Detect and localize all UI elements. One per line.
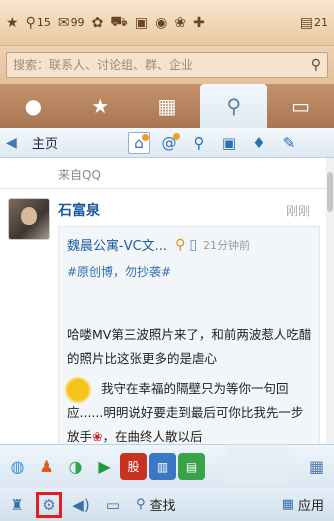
contacts-icon: ●	[24, 94, 43, 118]
repost-line3: ，在曲终人散以后	[102, 429, 203, 444]
sun-emoji-icon	[67, 378, 89, 401]
main-menu-icon[interactable]: ♜	[4, 492, 30, 518]
green-folder-app-icon[interactable]: ▤	[178, 453, 205, 480]
source-label: 来自QQ	[58, 168, 101, 182]
wallet-button[interactable]: ▣	[135, 15, 148, 31]
photo-icon: ▦	[157, 94, 177, 118]
qq-app-icon[interactable]: ◍	[4, 453, 31, 480]
pin-star-button[interactable]: ★	[6, 15, 19, 31]
clover-icon: ✿	[91, 14, 104, 31]
apps-label: 应用	[297, 499, 324, 514]
home-label: 主页	[32, 137, 59, 152]
pin-icon[interactable]: ♦	[248, 132, 270, 154]
penguin-app-icon[interactable]: ♟	[33, 453, 60, 480]
search-box: ⚲	[6, 52, 328, 78]
file-manager-icon[interactable]: ▭	[100, 492, 126, 518]
tab-weibo[interactable]: ⚲	[200, 84, 268, 128]
mail-button[interactable]: ✉ 99	[58, 15, 85, 31]
repost-card: 魏晨公寓-VC文... ⚲ ▯ 21分钟前 #原创博，勿抄袭# 哈喽MV第三波照…	[58, 226, 320, 444]
find-icon: ⚲	[136, 497, 146, 512]
search-input[interactable]	[13, 58, 311, 72]
bottom-toolbar: ♜ ⚙ ◀) ▭ ⚲ 查找 ▦ 应用	[0, 488, 334, 521]
add-icon: ✚	[193, 14, 205, 31]
repost-line1: 哈喽MV第三波照片来了，和前两波惹人吃醋的照片比这张更多的是虐心	[67, 327, 312, 366]
repost-time: 21分钟前	[203, 238, 251, 252]
weibo-toolbar: ◀ 主页 ⌂ @ ⚲ ▣ ♦ ✎	[0, 128, 334, 158]
weibo-badge-icon: ⚲	[175, 236, 186, 253]
status-bar: ★ ⚲ 15 ✉ 99 ✿ ⛟ ▣ ◉ ❀ ✚ ▤ 21	[0, 0, 334, 46]
rose-emoji-icon: ❀	[92, 429, 103, 444]
find-button[interactable]: ⚲ 查找	[136, 495, 176, 514]
weibo-icon: ⚲	[226, 94, 242, 118]
shop-cart-icon: ⛟	[110, 13, 128, 30]
qzone-button[interactable]: ⚲ 15	[26, 15, 51, 31]
repost-body: 哈喽MV第三波照片来了，和前两波惹人吃醋的照片比这张更多的是虐心 我守在幸福的隔…	[67, 323, 315, 444]
mail-count: 99	[70, 16, 85, 29]
search-bar: ⚲	[0, 46, 334, 84]
chat-bubble-icon: ▭	[291, 94, 311, 118]
star-icon: ★	[91, 94, 110, 118]
pet-button[interactable]: ❀	[174, 15, 186, 31]
mail-icon: ✉	[57, 14, 70, 31]
qzone-icon: ⚲	[25, 14, 36, 31]
chart-app-icon[interactable]: ▥	[149, 453, 176, 480]
scroll-thumb[interactable]	[327, 172, 333, 212]
tab-contacts[interactable]: ●	[0, 84, 67, 128]
blurred-region	[226, 446, 288, 486]
message-box-button[interactable]: ▤ 21	[300, 15, 328, 31]
wallet-icon: ▣	[134, 14, 149, 31]
green-app-icon[interactable]: ◑	[62, 453, 89, 480]
tab-favorites[interactable]: ★	[67, 84, 134, 128]
weibo-feed: 来自QQ 石富泉 刚刚 魏晨公寓-VC文... ⚲ ▯ 21分钟前 #原创博，勿…	[0, 158, 334, 444]
home-icon[interactable]: ⌂	[128, 131, 150, 154]
scrollbar[interactable]	[326, 158, 334, 444]
mention-icon[interactable]: @	[158, 132, 180, 154]
app-center-icon: ▦	[281, 497, 294, 512]
game-button[interactable]: ◉	[155, 15, 167, 31]
qzone-count: 15	[36, 16, 51, 29]
compose-icon[interactable]: ✎	[278, 132, 300, 154]
search-weibo-icon[interactable]: ⚲	[188, 132, 210, 154]
repost-author[interactable]: 魏晨公寓-VC文...	[67, 235, 167, 254]
settings-gear-icon[interactable]: ⚙	[36, 491, 62, 518]
add-plugin-button[interactable]: ✚	[193, 15, 205, 31]
search-icon[interactable]: ⚲	[311, 57, 321, 73]
hashtag[interactable]: #原创博，勿抄袭#	[67, 263, 171, 280]
tab-messages[interactable]: ▭	[267, 84, 334, 128]
find-label: 查找	[149, 499, 176, 514]
pet-icon: ❀	[174, 14, 187, 31]
play-app-icon[interactable]: ▶	[91, 453, 118, 480]
game-icon: ◉	[155, 14, 168, 31]
user-name[interactable]: 石富泉	[58, 200, 100, 220]
post-time: 刚刚	[285, 204, 310, 218]
back-arrow-icon[interactable]: ◀	[6, 135, 32, 151]
volume-icon[interactable]: ◀)	[68, 492, 94, 518]
message-box-count: 21	[314, 16, 328, 29]
app-center-button[interactable]: ▦ 应用	[282, 495, 324, 514]
profile-card-icon[interactable]: ▣	[218, 132, 240, 154]
stock-app-icon[interactable]: 股	[120, 453, 147, 480]
avatar[interactable]	[8, 198, 50, 240]
message-box-icon: ▤	[299, 14, 313, 31]
grid-app-icon[interactable]: ▦	[303, 453, 330, 480]
main-tabs: ● ★ ▦ ⚲ ▭	[0, 84, 334, 128]
divider	[0, 188, 326, 189]
star-pin-icon: ★	[6, 14, 19, 31]
mobile-icon: ▯	[189, 236, 198, 253]
clover-button[interactable]: ✿	[92, 15, 104, 31]
tab-photos[interactable]: ▦	[134, 84, 201, 128]
shop-button[interactable]: ⛟	[110, 14, 128, 32]
